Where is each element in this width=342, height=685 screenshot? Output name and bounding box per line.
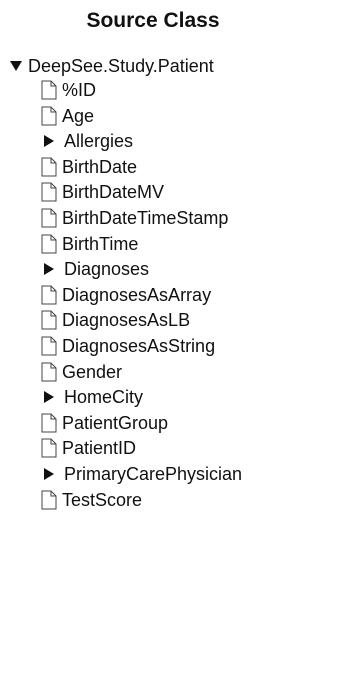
document-icon — [40, 413, 58, 433]
tree-property-node[interactable]: %ID — [40, 78, 96, 102]
tree-item-label: Diagnoses — [64, 259, 150, 280]
document-icon — [40, 182, 58, 202]
tree-property-node[interactable]: BirthTime — [40, 232, 138, 256]
tree-item-label: BirthDateTimeStamp — [62, 208, 229, 228]
caret-right-icon[interactable] — [40, 259, 58, 279]
document-icon — [40, 80, 58, 100]
tree-item-label: %ID — [62, 80, 97, 100]
tree-item-label: PrimaryCarePhysician — [64, 464, 243, 484]
tree-property-node[interactable]: PatientGroup — [40, 411, 168, 435]
tree-item-label: DiagnosesAsArray — [62, 284, 212, 305]
document-icon — [40, 157, 58, 177]
tree-item-label: DiagnosesAsString — [62, 336, 216, 356]
tree-item-label: BirthDateMV — [62, 182, 165, 203]
document-icon — [40, 362, 58, 382]
document-icon — [40, 285, 58, 305]
tree-property-node[interactable]: Gender — [40, 360, 122, 384]
caret-right-icon[interactable] — [40, 464, 58, 484]
document-icon — [40, 336, 58, 356]
tree-item-label: HomeCity — [64, 387, 144, 408]
document-icon — [40, 490, 58, 510]
tree-collapsed-node[interactable]: HomeCity — [40, 385, 143, 409]
tree-property-node[interactable]: TestScore — [40, 488, 142, 512]
panel-title: Source Class — [86, 9, 220, 32]
tree-item-label: BirthTime — [62, 233, 139, 254]
tree-item-label: Allergies — [64, 131, 134, 152]
tree-collapsed-node[interactable]: PrimaryCarePhysician — [40, 462, 242, 486]
tree-item-label: TestScore — [62, 489, 143, 510]
tree-root-label: DeepSee.Study.Patient — [28, 56, 214, 76]
document-icon — [40, 234, 58, 254]
tree-property-node[interactable]: DiagnosesAsLB — [40, 308, 190, 332]
tree-property-node[interactable]: BirthDateMV — [40, 180, 164, 204]
document-icon — [40, 208, 58, 228]
document-icon — [40, 438, 58, 458]
tree-property-node[interactable]: Age — [40, 104, 94, 128]
tree-item-label: Age — [62, 105, 95, 126]
tree-item-label: PatientID — [62, 438, 137, 459]
tree-collapsed-node[interactable]: Allergies — [40, 129, 133, 153]
tree-collapsed-node[interactable]: Diagnoses — [40, 257, 149, 281]
tree-property-node[interactable]: DiagnosesAsArray — [40, 283, 211, 307]
source-class-panel: Source Class DeepSee.Study.Patient %ID Ag… — [0, 0, 342, 685]
document-icon — [40, 310, 58, 330]
tree-property-node[interactable]: DiagnosesAsString — [40, 334, 215, 358]
tree-property-node[interactable]: PatientID — [40, 436, 136, 460]
tree-property-node[interactable]: BirthDate — [40, 155, 137, 179]
tree-item-label: BirthDate — [62, 156, 138, 177]
caret-right-icon[interactable] — [40, 131, 58, 151]
tree-property-node[interactable]: BirthDateTimeStamp — [40, 206, 228, 230]
tree-item-label: DiagnosesAsLB — [62, 310, 191, 331]
tree-item-label: PatientGroup — [62, 412, 169, 433]
tree-item-label: Gender — [62, 361, 123, 382]
tree-root-node[interactable]: DeepSee.Study.Patient — [6, 54, 214, 78]
document-icon — [40, 106, 58, 126]
caret-down-icon[interactable] — [6, 56, 26, 76]
caret-right-icon[interactable] — [40, 387, 58, 407]
